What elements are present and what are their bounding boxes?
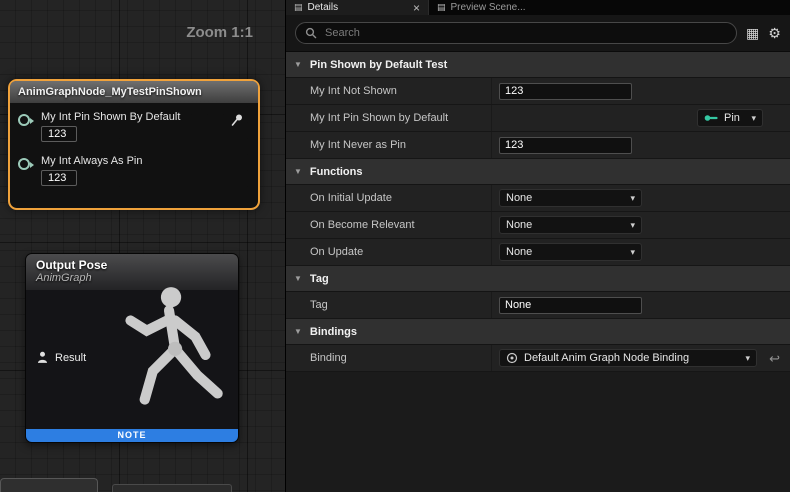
chevron-down-icon: ▾ bbox=[630, 220, 635, 231]
property-label: My Int Pin Shown by Default bbox=[286, 105, 491, 131]
result-pin-label: Result bbox=[55, 352, 86, 364]
settings-gear-icon[interactable]: ⚙ bbox=[768, 26, 781, 40]
search-icon bbox=[305, 27, 317, 39]
property-row-tag: Tag bbox=[286, 292, 790, 319]
int-pin-icon[interactable] bbox=[18, 114, 30, 126]
property-row-on-become-relevant: On Become Relevant None ▾ bbox=[286, 212, 790, 239]
tab-preview-scene[interactable]: ▤ Preview Scene... bbox=[428, 0, 540, 15]
section-tag[interactable]: ▼ Tag bbox=[286, 266, 790, 292]
animgraph-canvas[interactable]: Zoom 1:1 AnimGraphNode_MyTestPinShown My… bbox=[0, 0, 285, 492]
chevron-down-icon: ▾ bbox=[630, 193, 635, 204]
chevron-down-icon[interactable]: ▼ bbox=[294, 167, 302, 176]
section-pin-shown-by-default-test[interactable]: ▼ Pin Shown by Default Test bbox=[286, 52, 790, 78]
node-animgraphnode-mytestpinshown[interactable]: AnimGraphNode_MyTestPinShown My Int Pin … bbox=[8, 79, 260, 210]
panel-tab-bar: ▤ Details × ▤ Preview Scene... bbox=[286, 0, 790, 15]
function-dropdown[interactable]: None ▾ bbox=[499, 243, 642, 261]
function-dropdown[interactable]: None ▾ bbox=[499, 216, 642, 234]
property-row-on-update: On Update None ▾ bbox=[286, 239, 790, 266]
section-title: Pin Shown by Default Test bbox=[310, 59, 447, 71]
search-box[interactable] bbox=[295, 22, 737, 44]
property-label: On Initial Update bbox=[286, 185, 491, 211]
dropdown-value: None bbox=[506, 219, 532, 231]
zoom-level-label: Zoom 1:1 bbox=[186, 24, 253, 41]
unreal-editor-window: Zoom 1:1 AnimGraphNode_MyTestPinShown My… bbox=[0, 0, 790, 492]
tab-label: Preview Scene... bbox=[451, 2, 526, 13]
property-label: On Become Relevant bbox=[286, 212, 491, 238]
int-pin-icon[interactable] bbox=[18, 158, 30, 170]
pin-thumbtack-icon[interactable] bbox=[230, 113, 244, 127]
property-row-my-int-pin-shown-by-default: My Int Pin Shown by Default Pin ▾ bbox=[286, 105, 790, 132]
display-options-icon[interactable]: ▦ bbox=[746, 26, 759, 40]
dropdown-value: None bbox=[506, 192, 532, 204]
chevron-down-icon: ▾ bbox=[745, 353, 750, 364]
property-label: My Int Not Shown bbox=[286, 78, 491, 104]
dropdown-value: Pin bbox=[724, 112, 740, 124]
property-label: On Update bbox=[286, 239, 491, 265]
section-title: Bindings bbox=[310, 326, 357, 338]
bind-reset-icon[interactable]: ↩ bbox=[769, 352, 780, 365]
property-label: My Int Never as Pin bbox=[286, 132, 491, 158]
property-label: Tag bbox=[286, 292, 491, 318]
property-row-on-initial-update: On Initial Update None ▾ bbox=[286, 185, 790, 212]
node-title[interactable]: AnimGraphNode_MyTestPinShown bbox=[10, 81, 258, 103]
pin-value-field[interactable]: 123 bbox=[41, 170, 77, 186]
pin-label: My Int Always As Pin bbox=[41, 155, 142, 167]
partial-node[interactable] bbox=[0, 478, 98, 492]
function-dropdown[interactable]: None ▾ bbox=[499, 189, 642, 207]
node-body: My Int Pin Shown By Default 123 My Int A… bbox=[10, 103, 258, 186]
pin-icon bbox=[704, 112, 718, 124]
chevron-down-icon[interactable]: ▼ bbox=[294, 327, 302, 336]
pin-label: My Int Pin Shown By Default bbox=[41, 111, 180, 123]
search-toolbar: ▦ ⚙ bbox=[286, 15, 790, 52]
node-title: Output Pose bbox=[36, 258, 228, 272]
pin-mode-dropdown[interactable]: Pin ▾ bbox=[697, 109, 763, 127]
binding-dropdown[interactable]: Default Anim Graph Node Binding ▾ bbox=[499, 349, 757, 367]
result-pin[interactable]: Result bbox=[36, 351, 86, 364]
preview-tab-icon: ▤ bbox=[437, 2, 446, 13]
int-value-input[interactable] bbox=[499, 137, 632, 154]
section-title: Functions bbox=[310, 166, 363, 178]
tab-details[interactable]: ▤ Details × bbox=[286, 0, 428, 15]
dropdown-value: None bbox=[506, 246, 532, 258]
property-row-my-int-not-shown: My Int Not Shown bbox=[286, 78, 790, 105]
details-panel: ▤ Details × ▤ Preview Scene... ▦ ⚙ ▼ bbox=[285, 0, 790, 492]
section-functions[interactable]: ▼ Functions bbox=[286, 159, 790, 185]
chevron-down-icon[interactable]: ▼ bbox=[294, 60, 302, 69]
node-output-pose[interactable]: Output Pose AnimGraph Result NOTE bbox=[25, 253, 239, 443]
chevron-down-icon: ▾ bbox=[751, 113, 756, 124]
dropdown-value: Default Anim Graph Node Binding bbox=[524, 352, 689, 364]
mannequin-figure bbox=[102, 282, 234, 434]
partial-node[interactable] bbox=[112, 484, 232, 492]
details-tab-icon: ▤ bbox=[294, 2, 303, 13]
note-banner[interactable]: NOTE bbox=[26, 429, 238, 442]
pin-row-always-as-pin: My Int Always As Pin 123 bbox=[18, 155, 252, 186]
close-tab-icon[interactable]: × bbox=[413, 2, 420, 14]
section-bindings[interactable]: ▼ Bindings bbox=[286, 319, 790, 345]
section-title: Tag bbox=[310, 273, 329, 285]
pin-row-shown-by-default: My Int Pin Shown By Default 123 bbox=[18, 111, 252, 142]
property-row-my-int-never-as-pin: My Int Never as Pin bbox=[286, 132, 790, 159]
chevron-down-icon[interactable]: ▼ bbox=[294, 274, 302, 283]
chevron-down-icon: ▾ bbox=[630, 247, 635, 258]
property-label: Binding bbox=[286, 345, 491, 371]
tag-input[interactable] bbox=[499, 297, 642, 314]
search-input[interactable] bbox=[323, 26, 727, 40]
binding-class-icon bbox=[506, 352, 518, 364]
pose-pin-icon bbox=[36, 351, 49, 364]
int-value-input[interactable] bbox=[499, 83, 632, 100]
tab-label: Details bbox=[308, 2, 339, 13]
pin-value-field[interactable]: 123 bbox=[41, 126, 77, 142]
property-row-binding: Binding Default Anim Graph Node Binding … bbox=[286, 345, 790, 372]
